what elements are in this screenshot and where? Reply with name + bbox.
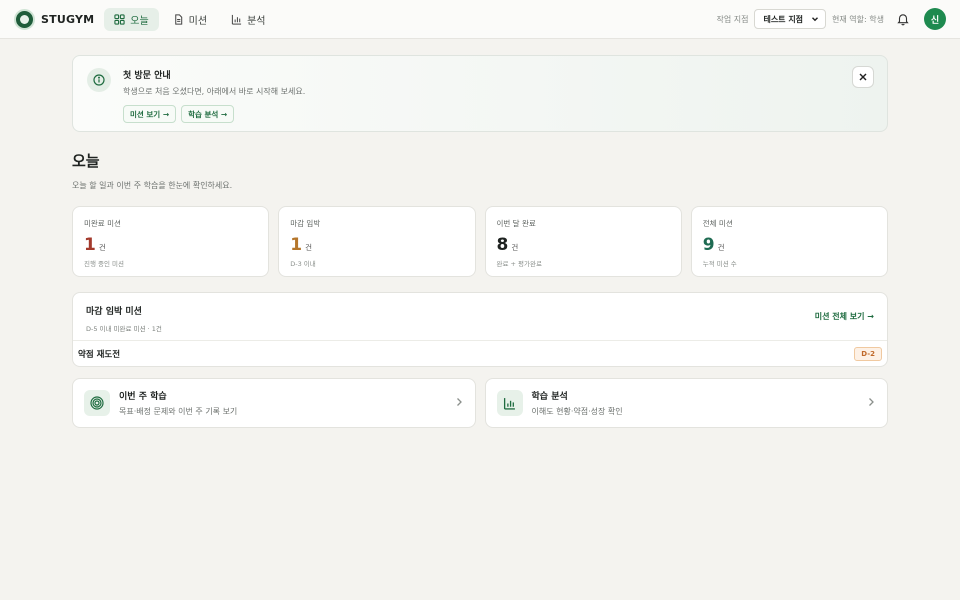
main-content: 첫 방문 안내 학생으로 처음 오셨다면, 아래에서 바로 시작해 보세요. 미… — [72, 55, 888, 428]
card-desc: 이해도 현황·약점·성장 확인 — [531, 407, 623, 416]
stat-total-missions: 전체 미션 9건 누적 미션 수 — [690, 206, 888, 277]
stat-label: 전체 미션 — [702, 219, 733, 228]
stat-unit: 건 — [717, 243, 725, 252]
stat-unit: 건 — [305, 243, 312, 252]
deadline-missions-panel: 마감 임박 미션 D-5 이내 미완료 미션 · 1건 미션 전체 보기 → 약… — [72, 292, 888, 367]
logo-mark-icon — [14, 8, 35, 30]
brand-name: STUGYM — [41, 12, 95, 26]
tab-missions[interactable]: 미션 — [163, 8, 217, 31]
this-week-learning-card[interactable]: 이번 주 학습 목표·배정 문제와 이번 주 기록 보기 — [72, 378, 476, 428]
stat-unit: 건 — [98, 243, 106, 252]
branch-select[interactable]: 테스트 지점 — [754, 9, 827, 29]
deadline-panel-title: 마감 임박 미션 — [86, 307, 142, 317]
role-text: 현재 역할: 학생 — [832, 14, 884, 24]
card-title: 학습 분석 — [531, 392, 568, 402]
stat-hint: D-3 이내 — [290, 260, 316, 268]
chevron-down-icon — [812, 17, 819, 22]
notice-actions: 미션 보기 → 학습 분석 → — [123, 105, 305, 123]
card-title: 이번 주 학습 — [119, 392, 167, 402]
bell-icon[interactable] — [896, 12, 910, 26]
tab-analysis[interactable]: 분석 — [221, 8, 275, 31]
stat-value: 1 — [84, 235, 96, 255]
chevron-right-icon — [869, 398, 874, 406]
tab-missions-label: 미션 — [188, 15, 208, 27]
stat-label: 이번 달 완료 — [496, 219, 536, 228]
grid-icon — [114, 13, 125, 25]
deadline-panel-header: 마감 임박 미션 D-5 이내 미완료 미션 · 1건 미션 전체 보기 → — [73, 293, 887, 341]
stats-row: 미완료 미션 1건 진행 중인 미션 마감 임박 1건 D-3 이내 이번 달 … — [72, 206, 888, 277]
close-icon — [859, 73, 867, 81]
main-nav: 오늘 미션 분석 — [104, 7, 275, 31]
stat-completed-this-month: 이번 달 완료 8건 완료 + 평가완료 — [484, 206, 682, 277]
tab-today-label: 오늘 — [130, 15, 149, 27]
chevron-right-icon — [456, 398, 462, 406]
tab-today[interactable]: 오늘 — [104, 7, 159, 31]
tab-analysis-label: 분석 — [247, 15, 266, 27]
mission-title: 약점 재도전 — [78, 350, 121, 360]
branch-value: 테스트 지점 — [763, 14, 804, 24]
brand-logo[interactable]: STUGYM — [14, 8, 95, 30]
learning-analysis-card[interactable]: 학습 분석 이해도 현황·약점·성장 확인 — [484, 378, 888, 428]
view-all-missions-link[interactable]: 미션 전체 보기 → — [815, 311, 874, 322]
target-icon — [84, 390, 110, 416]
page-subtitle: 오늘 할 일과 이번 주 학습을 한눈에 확인하세요. — [72, 181, 233, 190]
stat-value: 1 — [290, 235, 303, 255]
close-notice-button[interactable] — [852, 66, 874, 88]
bar-chart-icon — [231, 14, 242, 25]
branch-label: 작업 지점 — [716, 14, 749, 24]
stat-incomplete-missions: 미완료 미션 1건 진행 중인 미션 — [72, 206, 270, 277]
d-day-badge: D-2 — [854, 347, 882, 361]
deadline-panel-subtitle: D-5 이내 미완료 미션 · 1건 — [86, 325, 162, 333]
header-right: 작업 지점 테스트 지점 현재 역할: 학생 신 — [716, 8, 946, 30]
learning-analysis-button[interactable]: 학습 분석 → — [181, 105, 235, 123]
stat-label: 미완료 미션 — [84, 219, 121, 228]
first-visit-notice: 첫 방문 안내 학생으로 처음 오셨다면, 아래에서 바로 시작해 보세요. 미… — [72, 55, 888, 132]
stat-value: 8 — [496, 235, 509, 255]
stat-deadline-soon: 마감 임박 1건 D-3 이내 — [278, 206, 476, 277]
info-icon — [87, 68, 111, 92]
bar-chart-icon — [496, 390, 523, 416]
card-desc: 목표·배정 문제와 이번 주 기록 보기 — [119, 407, 238, 416]
list-item[interactable]: 약점 재도전 D-2 — [73, 341, 887, 367]
stat-label: 마감 임박 — [290, 219, 321, 228]
document-icon — [174, 13, 182, 25]
stat-hint: 완료 + 평가완료 — [496, 260, 542, 268]
view-missions-button[interactable]: 미션 보기 → — [123, 105, 177, 123]
top-navigation-bar: STUGYM 오늘 미션 분석 작업 지점 테스트 지점 현재 역할: 학생 신 — [0, 0, 960, 39]
notice-desc: 학생으로 처음 오셨다면, 아래에서 바로 시작해 보세요. — [123, 87, 306, 96]
stat-value: 9 — [702, 235, 715, 255]
quick-links: 이번 주 학습 목표·배정 문제와 이번 주 기록 보기 학습 분석 이해도 현… — [72, 378, 888, 428]
stat-hint: 누적 미션 수 — [702, 260, 737, 268]
stat-hint: 진행 중인 미션 — [84, 260, 125, 268]
notice-title: 첫 방문 안내 — [123, 71, 171, 81]
stat-unit: 건 — [511, 243, 519, 252]
page-title: 오늘 — [72, 152, 100, 170]
avatar[interactable]: 신 — [924, 8, 946, 30]
